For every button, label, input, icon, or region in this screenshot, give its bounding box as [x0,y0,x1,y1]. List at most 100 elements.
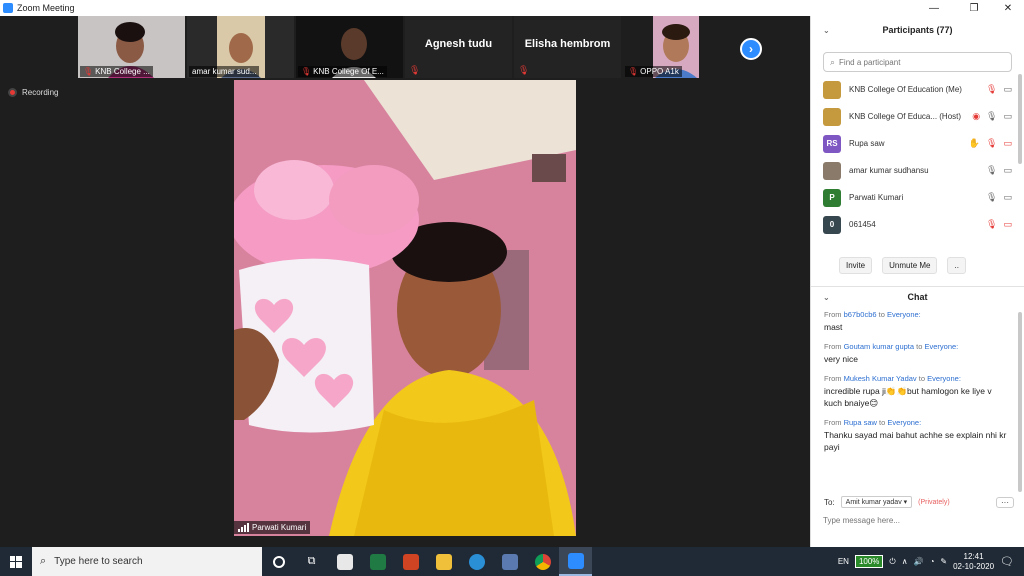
taskbar: ⌕ Type here to search ⧉ EN 100% ⏻ ∧ 🔊 ◔ … [0,547,1024,576]
clock[interactable]: 12:41 02-10-2020 [953,552,994,572]
taskbar-search[interactable]: ⌕ Type here to search [32,547,262,576]
participant-row[interactable]: P Parwati Kumari 🎙 ▭ [811,184,1024,211]
avatar [823,107,841,126]
chat-more-button[interactable]: ··· [996,496,1014,508]
video-off-icon[interactable]: ▭ [1003,219,1012,230]
close-button[interactable]: ✕ [992,0,1024,16]
record-icon: ◉ [972,111,981,121]
participant-row[interactable]: KNB College Of Education (Me) 🎙 ▭ [811,76,1024,103]
edge-icon [468,553,485,570]
video-icon[interactable]: ▭ [1003,84,1012,95]
mic-muted-icon[interactable]: 🎙 [986,84,997,95]
search-input[interactable] [839,57,1000,67]
video-off-icon[interactable]: ▭ [1003,138,1012,149]
mic-muted-icon: 🎙 [301,67,312,76]
avatar: RS [823,134,841,153]
participant-row[interactable]: 0 061454 🎙 ▭ [811,211,1024,238]
chat-message: From Goutam kumar gupta to Everyone: ver… [824,342,959,364]
notification-icon[interactable]: 🗨 [1000,555,1014,568]
video-tile[interactable]: 🎙 KNB College ... [78,16,185,78]
mic-icon[interactable]: 🎙 [986,111,997,122]
title-bar: Zoom Meeting — ❐ ✕ [0,0,1024,16]
start-button[interactable] [0,547,32,576]
chat-messages: From b67b0cb6 to Everyone: mast From Gou… [824,310,1010,462]
participants-header: ⌄ Participants (77) [811,16,1024,44]
minimize-button[interactable]: — [918,0,950,16]
mic-muted-icon[interactable]: 🎙 [986,219,997,230]
store-button[interactable] [328,547,361,576]
recording-indicator: Recording [8,88,58,97]
windows-icon [10,555,22,568]
power-icon[interactable]: ⏻ [889,557,895,567]
video-tile[interactable]: Agnesh tudu 🎙 [405,16,512,78]
powerpoint-icon [402,553,419,570]
video-icon[interactable]: ▭ [1003,192,1012,203]
participant-list: KNB College Of Education (Me) 🎙 ▭ KNB Col… [811,76,1024,238]
battery-indicator[interactable]: 100% [854,555,884,568]
chat-message: From Mukesh Kumar Yadav to Everyone: inc… [824,374,992,408]
video-icon[interactable]: ▭ [1003,165,1012,176]
tile-label: 🎙 KNB College Of E... [298,66,387,77]
chat-scrollbar[interactable] [1018,312,1022,492]
video-tile[interactable]: Elisha hembrom 🎙 [514,16,621,78]
file-explorer-button[interactable] [427,547,460,576]
store-icon [336,553,353,570]
video-strip: 🎙 KNB College ... amar kumar sud... 🎙 KNB … [78,16,730,78]
video-icon[interactable]: ▭ [1003,111,1012,122]
chevron-down-icon[interactable]: ⌄ [823,293,830,302]
avatar: P [823,188,841,207]
video-tile[interactable]: 🎙 KNB College Of E... [296,16,403,78]
search-icon: ⌕ [830,56,836,67]
mic-muted-icon: 🎙 [518,65,530,75]
volume-icon[interactable]: 🔊 [914,557,924,566]
participant-search[interactable]: ⌕ [823,52,1012,72]
chrome-icon [534,553,551,570]
chat-header: ⌄ Chat [811,290,1024,304]
cortana-icon [272,555,285,568]
privately-label: (Privately) [918,498,950,506]
chevron-down-icon[interactable]: ⌄ [823,26,830,35]
invite-button[interactable]: Invite [839,257,873,274]
participant-row[interactable]: RS Rupa saw ✋ 🎙 ▭ [811,130,1024,157]
avatar: 0 [823,215,841,234]
cortana-button[interactable] [262,547,295,576]
notes-icon[interactable]: ✎ [940,557,947,566]
app-button[interactable] [493,547,526,576]
mic-muted-icon: 🎙 [83,67,94,76]
mic-muted-icon[interactable]: 🎙 [986,138,997,149]
speaker-name-label: Parwati Kumari [234,521,311,534]
record-icon [8,88,17,97]
wifi-icon[interactable]: ◔ [930,557,935,566]
active-speaker-video[interactable]: Parwati Kumari [234,80,576,536]
app-icon [501,553,518,570]
excel-button[interactable] [361,547,394,576]
chevron-right-icon: › [749,42,753,56]
edge-button[interactable] [460,547,493,576]
participants-title: Participants (77) [882,25,953,35]
chevron-up-icon[interactable]: ∧ [902,557,908,566]
mic-icon[interactable]: 🎙 [986,165,997,176]
powerpoint-button[interactable] [394,547,427,576]
mic-active-icon[interactable]: 🎙 [986,192,997,203]
recipient-select[interactable]: Amit kumar yadav ▾ [840,496,913,508]
participant-row[interactable]: KNB College Of Educa... (Host) ◉ 🎙 ▭ [811,103,1024,130]
video-tile[interactable]: 🎙 OPPO A1k [623,16,730,78]
language-indicator[interactable]: EN [838,557,849,566]
participants-scrollbar[interactable] [1018,74,1022,164]
chrome-button[interactable] [526,547,559,576]
raise-hand-icon: ✋ [968,138,981,148]
participant-name: Elisha hembrom [524,38,611,50]
video-tile[interactable]: amar kumar sud... [187,16,294,78]
participant-row[interactable]: amar kumar sudhansu 🎙 ▭ [811,157,1024,184]
mic-muted-icon: 🎙 [409,65,421,75]
zoom-button[interactable] [559,547,592,576]
avatar [823,161,841,180]
more-button[interactable]: .. [947,257,966,274]
chat-message-input[interactable] [823,516,1003,525]
unmute-me-button[interactable]: Unmute Me [882,257,938,274]
tile-label: 🎙 OPPO A1k [625,66,682,77]
task-view-button[interactable]: ⧉ [295,547,328,576]
maximize-button[interactable]: ❐ [958,0,990,16]
signal-strength-icon [238,523,249,532]
next-page-button[interactable]: › [740,38,762,60]
